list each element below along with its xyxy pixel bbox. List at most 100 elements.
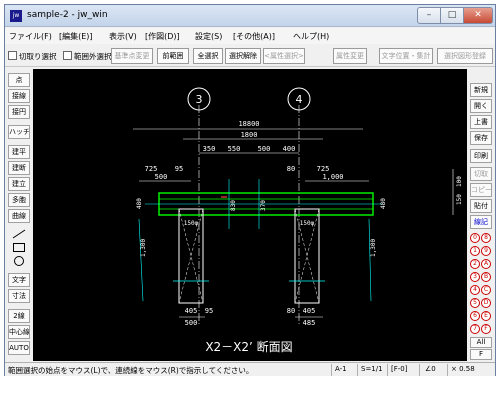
status-separator (331, 364, 332, 376)
drawing-canvas[interactable]: 3 4 18800 1800 350 550 500 400 725 95 50… (33, 69, 467, 361)
dim-725-right: 725 (317, 165, 330, 173)
dim-485-right: 485 (303, 319, 316, 327)
layer-row-4: 4 C (470, 285, 492, 297)
menu-view[interactable]: 表示(V) (109, 31, 137, 42)
layer-button[interactable]: 0 (470, 233, 480, 243)
dim-1300-left: 1,300 (140, 239, 147, 257)
tool-tangent-circle[interactable]: 接円 (8, 105, 30, 119)
layer-button[interactable]: B (481, 272, 491, 282)
status-scale[interactable]: S=1/1 (361, 365, 383, 373)
select-all-button[interactable]: 全選択 (193, 48, 223, 64)
circle-tool-icon[interactable] (14, 256, 24, 266)
tool-text[interactable]: 文字 (8, 273, 30, 287)
tool-polygon[interactable]: 多胞 (8, 193, 30, 207)
tool-dimension[interactable]: 寸法 (8, 289, 30, 303)
tool-section[interactable]: 建断 (8, 161, 30, 175)
dim-480-left: 480 (136, 198, 143, 209)
tool-hatch[interactable]: ハッチ (8, 125, 30, 139)
tool-save[interactable]: 保存 (470, 131, 492, 145)
menu-draw[interactable]: [作図(D)] (145, 31, 180, 42)
outside-select-label: 範囲外選択 (74, 52, 112, 61)
text-pos-button[interactable]: 文字位置・集計 (379, 48, 433, 64)
maximize-button[interactable]: □ (440, 7, 464, 24)
pipe-label-left: 150φ (184, 220, 199, 227)
dim-405-right: 405 (303, 307, 316, 315)
tool-open[interactable]: 開く (470, 99, 492, 113)
tool-auto[interactable]: AUTO (8, 341, 30, 355)
layer-button[interactable]: 9 (481, 246, 491, 256)
tool-tangent[interactable]: 接線 (8, 89, 30, 103)
title-bar: jw sample-2 - jw_win – □ ✕ (5, 5, 495, 27)
menu-file[interactable]: ファイル(F) (9, 31, 52, 42)
dim-500-left-bottom: 500 (185, 319, 198, 327)
release-select-button[interactable]: 選択解除 (225, 48, 261, 64)
minimize-button[interactable]: – (417, 7, 441, 24)
app-window: jw sample-2 - jw_win – □ ✕ ファイル(F) [編集(E… (4, 4, 496, 376)
menu-edit[interactable]: [編集(E)] (59, 31, 93, 42)
attr-select-button[interactable]: <属性選択> (263, 48, 305, 64)
tool-all[interactable]: All (470, 337, 492, 348)
tool-cut[interactable]: 切取 (470, 167, 492, 181)
register-shape-button[interactable]: 選択図形登録 (437, 48, 493, 64)
layer-row-6: 6 E (470, 311, 492, 323)
prev-range-button[interactable]: 前範囲 (157, 48, 189, 64)
menu-settings[interactable]: 設定(S) (195, 31, 222, 42)
tool-new[interactable]: 新規 (470, 83, 492, 97)
tool-f[interactable]: F (470, 349, 492, 360)
layer-button[interactable]: E (481, 311, 491, 321)
layer-row-1: 1 9 (470, 246, 492, 258)
layer-button[interactable]: C (481, 285, 491, 295)
attr-change-button[interactable]: 属性変更 (333, 48, 367, 64)
layer-button[interactable]: F (481, 324, 491, 334)
status-separator (419, 364, 420, 376)
line-tool-icon[interactable] (12, 229, 26, 239)
tool-copy[interactable]: コピー (470, 183, 492, 197)
tool-line-record[interactable]: 線記 (470, 215, 492, 229)
grid-label-4: 4 (296, 93, 303, 106)
tool-paste[interactable]: 貼付 (470, 199, 492, 213)
layer-button[interactable]: 1 (470, 246, 480, 256)
menu-bar: ファイル(F) [編集(E)] 表示(V) [作図(D)] 設定(S) [その他… (5, 28, 495, 44)
tool-double-line[interactable]: 2線 (8, 309, 30, 323)
layer-button[interactable]: 8 (481, 233, 491, 243)
outside-select-checkbox[interactable] (63, 51, 72, 60)
base-point-button[interactable]: 基準点変更 (111, 48, 153, 64)
layer-row-5: 5 D (470, 298, 492, 310)
layer-button[interactable]: 5 (470, 298, 480, 308)
status-zoom[interactable]: × 0.58 (451, 365, 475, 373)
status-layer[interactable]: A-1 (335, 365, 347, 373)
menu-help[interactable]: ヘルプ(H) (293, 31, 329, 42)
close-button[interactable]: ✕ (463, 7, 493, 24)
dim-95-left-bottom: 95 (205, 307, 213, 315)
layer-button[interactable]: A (481, 259, 491, 269)
layer-button[interactable]: 6 (470, 311, 480, 321)
tool-elevation[interactable]: 建立 (8, 177, 30, 191)
tool-point[interactable]: 点 (8, 73, 30, 87)
tool-overwrite[interactable]: 上書 (470, 115, 492, 129)
cut-select-label: 切取り選択 (19, 52, 57, 61)
window-title: sample-2 - jw_win (27, 10, 108, 20)
layer-button[interactable]: D (481, 298, 491, 308)
status-message: 範囲選択の始点をマウス(L)で、連続線をマウス(R)で指示してください。 (8, 366, 254, 375)
tool-curve[interactable]: 曲線 (8, 209, 30, 223)
dim-1300-right: 1,300 (370, 239, 377, 257)
rectangle-tool-icon[interactable] (13, 243, 25, 252)
tool-plan[interactable]: 建平 (8, 145, 30, 159)
layer-button[interactable]: 4 (470, 285, 480, 295)
layer-button[interactable]: 2 (470, 259, 480, 269)
status-separator (357, 364, 358, 376)
tool-center-line[interactable]: 中心線 (8, 325, 30, 339)
pipe-label-right: 150φ (300, 220, 315, 227)
status-group[interactable]: [F-0] (391, 365, 407, 373)
dim-400: 400 (283, 145, 296, 153)
grid-label-3: 3 (196, 93, 203, 106)
layer-row-7: 7 F (470, 324, 492, 336)
dim-18800: 18800 (238, 120, 259, 128)
layer-button[interactable]: 7 (470, 324, 480, 334)
layer-button[interactable]: 3 (470, 272, 480, 282)
menu-other[interactable]: [その他(A)] (233, 31, 275, 42)
dim-550: 550 (228, 145, 241, 153)
cut-select-checkbox[interactable] (8, 51, 17, 60)
status-angle[interactable]: ∠0 (425, 365, 436, 373)
tool-print[interactable]: 印刷 (470, 149, 492, 163)
